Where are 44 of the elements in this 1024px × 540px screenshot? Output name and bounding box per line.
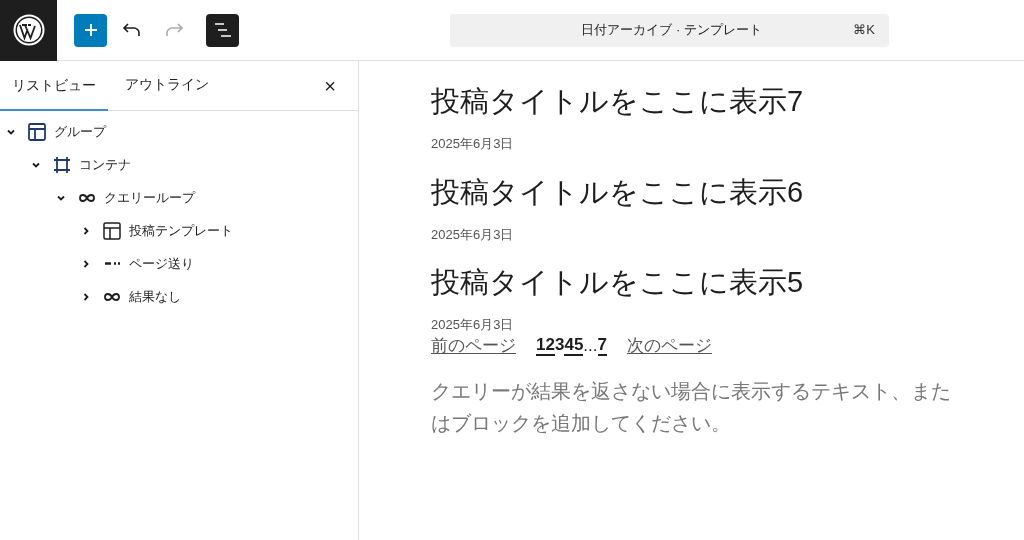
list-view-item[interactable]: 投稿テンプレート <box>0 214 358 247</box>
page-number-link[interactable]: 5 <box>573 335 584 356</box>
page-number-link[interactable]: 3 <box>554 335 565 356</box>
container-block-icon <box>52 154 72 175</box>
page-number-link[interactable]: 7 <box>597 335 607 356</box>
item-label: コンテナ <box>79 155 131 174</box>
item-label: ページ送り <box>129 254 194 273</box>
template-title: 日付アーカイブ · テンプレート <box>580 21 763 40</box>
template-block-icon <box>102 220 122 241</box>
pagination-block-icon <box>104 262 120 265</box>
page-number-link[interactable]: 4 <box>564 335 574 356</box>
list-view-item[interactable]: ページ送り <box>0 247 358 280</box>
next-page-link[interactable]: 次のページ <box>627 332 712 359</box>
post-date: 2025年6月3日 <box>431 225 515 244</box>
item-label: 投稿テンプレート <box>129 221 233 240</box>
close-button[interactable]: × <box>318 74 342 98</box>
list-view-item[interactable]: グループ <box>0 115 358 148</box>
post-title: 投稿タイトルをここに表示5 <box>431 265 805 300</box>
item-label: クエリーループ <box>104 188 195 207</box>
command-bar[interactable]: 日付アーカイブ · テンプレート ⌘K <box>450 13 889 47</box>
sidebar-tab[interactable]: リストビュー <box>0 61 108 111</box>
item-label: グループ <box>54 122 106 141</box>
sidebar-tab[interactable]: アウトライン <box>108 61 226 110</box>
list-view-button[interactable] <box>206 13 239 47</box>
page-number-link[interactable]: 2 <box>545 335 555 356</box>
previous-page-link[interactable]: 前のページ <box>431 332 516 359</box>
post-title: 投稿タイトルをここに表示7 <box>431 84 805 119</box>
item-label: 結果なし <box>129 287 181 306</box>
list-view-item[interactable]: クエリーループ <box>0 181 358 214</box>
pagination-ellipsis: ... <box>583 334 598 357</box>
list-view-item[interactable]: 結果なし <box>0 280 358 313</box>
wordpress-logo-icon <box>12 14 45 46</box>
list-view-item[interactable]: コンテナ <box>0 148 358 181</box>
plus-icon <box>82 22 99 38</box>
add-block-button[interactable] <box>74 13 107 47</box>
post-date: 2025年6月3日 <box>431 135 515 153</box>
no-results-text: クエリーが結果を返さない場合に表示するテキスト、またはブロックを追加してください。 <box>431 378 952 436</box>
shortcut-label: ⌘K <box>853 21 876 40</box>
logo-tile[interactable] <box>0 0 57 61</box>
page-number-link[interactable]: 1 <box>536 335 546 356</box>
post-title: 投稿タイトルをここに表示6 <box>431 174 805 210</box>
post-date: 2025年6月3日 <box>431 316 515 334</box>
group-block-icon <box>27 121 47 142</box>
list-view-icon <box>213 23 232 37</box>
